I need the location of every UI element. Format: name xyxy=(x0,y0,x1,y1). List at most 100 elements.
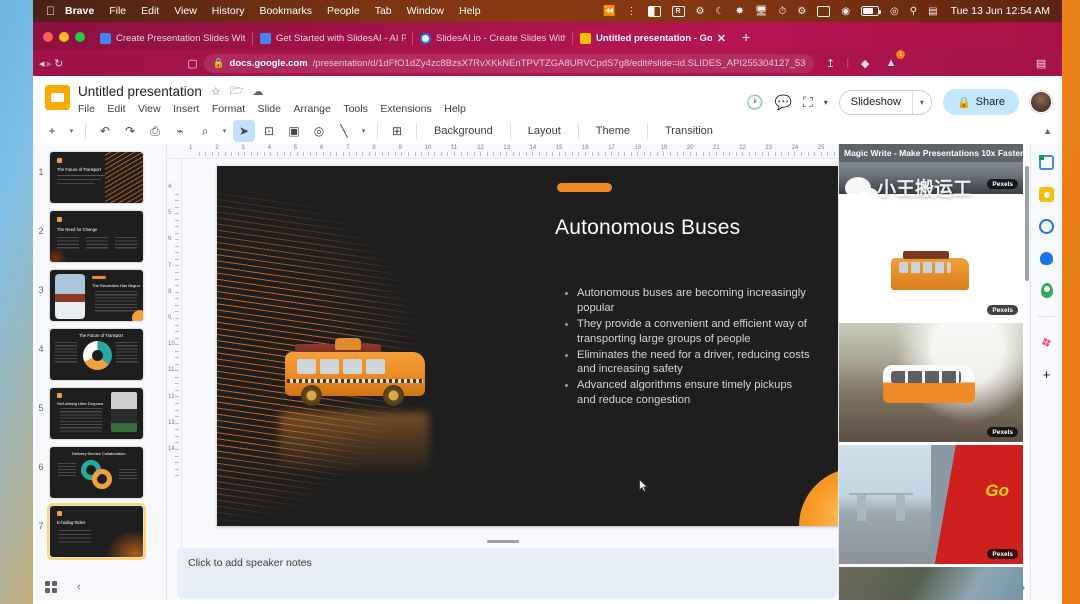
speaker-notes-input[interactable]: Click to add speaker notes xyxy=(177,548,837,598)
new-tab-button[interactable]: + xyxy=(733,29,759,50)
list-item[interactable]: 1 The Future of Transport xyxy=(33,148,166,207)
background-button[interactable]: Background xyxy=(425,125,502,137)
line-caret-icon[interactable]: ▾ xyxy=(358,127,369,135)
disc-icon[interactable]: ◉ xyxy=(841,6,850,17)
insert-image-button[interactable]: ▣ xyxy=(283,120,305,142)
add-addon-icon[interactable]: + xyxy=(1038,366,1055,383)
menu-tab[interactable]: Tab xyxy=(375,5,392,17)
text-box-button[interactable]: ⊡ xyxy=(258,120,280,142)
browser-tab[interactable]: Create Presentation Slides With AI xyxy=(93,27,253,50)
close-tab-icon[interactable]: ✕ xyxy=(717,32,726,45)
google-contacts-icon[interactable] xyxy=(1038,250,1055,267)
menu-window[interactable]: Window xyxy=(407,5,444,17)
chevron-left-icon[interactable]: ‹ xyxy=(77,581,81,593)
address-bar[interactable]: 🔒 docs.google.com /presentation/d/1dFfO1… xyxy=(203,53,815,73)
browser-tab-active[interactable]: Untitled presentation - Google ✕ xyxy=(573,27,733,50)
google-keep-icon[interactable] xyxy=(1038,186,1055,203)
new-slide-caret-icon[interactable]: ▾ xyxy=(66,127,77,135)
list-item[interactable]: 3 The Revolution Has Begun xyxy=(33,266,166,325)
keyboard-icon[interactable] xyxy=(817,5,831,17)
slide-thumbnail[interactable]: The Future of Transport xyxy=(49,151,144,204)
search-icon[interactable]: ⚲ xyxy=(910,6,917,17)
transition-button[interactable]: Transition xyxy=(656,125,722,137)
share-icon[interactable]: ↥ xyxy=(820,53,840,73)
panel-image[interactable]: Pexels xyxy=(839,323,1023,442)
slide-filmstrip[interactable]: 1 The Future of Transport 2 The Need for… xyxy=(33,144,167,600)
page-title[interactable]: Untitled presentation xyxy=(78,84,202,99)
panel-image[interactable]: Pexels xyxy=(839,445,1023,564)
panel-image[interactable] xyxy=(839,567,1023,600)
slides-menu-extensions[interactable]: Extensions xyxy=(380,103,431,115)
slide-bullet-list[interactable]: Autonomous buses are becoming increasing… xyxy=(555,286,813,409)
history-clock-icon[interactable]: 🕐 xyxy=(746,94,763,111)
window-traffic-lights[interactable] xyxy=(37,32,93,50)
brightness-icon[interactable]: ✸ xyxy=(735,6,743,17)
bluetooth-icon[interactable]: ⚙ xyxy=(797,6,806,17)
list-item[interactable]: 5 Self-driving Uber Dropoca xyxy=(33,384,166,443)
slide-thumbnail[interactable]: The Need for Change xyxy=(49,210,144,263)
reader-mode-icon[interactable]: ▢ xyxy=(187,53,197,73)
control-center-icon[interactable]: ▤ xyxy=(928,6,937,17)
slide-editor[interactable]: Autonomous Buses Autonomous buses are be… xyxy=(217,166,838,526)
select-tool-button[interactable]: ➤ xyxy=(233,120,255,142)
slide-thumbnail[interactable]: The Future of Transport xyxy=(49,328,144,381)
zoom-caret-icon[interactable]: ▾ xyxy=(219,127,230,135)
meet-caret-icon[interactable]: ▾ xyxy=(824,98,828,107)
share-button[interactable]: 🔒 Share xyxy=(942,89,1019,115)
panel-image[interactable]: Pexels xyxy=(839,197,1023,320)
menu-help[interactable]: Help xyxy=(459,5,481,17)
slideshow-caret-icon[interactable]: ▾ xyxy=(913,98,931,107)
forward-arrow-icon[interactable]: ▸ xyxy=(47,53,53,73)
reload-icon[interactable]: ↻ xyxy=(54,53,63,73)
menu-bookmarks[interactable]: Bookmarks xyxy=(259,5,312,17)
grid-view-icon[interactable] xyxy=(45,581,57,593)
sidebar-panel-icon[interactable]: ▤ xyxy=(1031,53,1051,73)
comment-icon[interactable]: 💬 xyxy=(775,94,792,111)
close-window-button[interactable] xyxy=(43,32,53,42)
slides-menu-slide[interactable]: Slide xyxy=(258,103,281,115)
cloud-saved-icon[interactable]: ☁ xyxy=(252,85,263,98)
move-to-folder-icon[interactable]: 🗁 xyxy=(230,82,244,101)
rewind-icon[interactable]: ⏪ xyxy=(603,6,615,17)
paint-format-button[interactable]: ⌁ xyxy=(169,120,191,142)
headphones-icon[interactable]: ⏱ xyxy=(779,6,787,17)
notes-resize-handle[interactable] xyxy=(167,536,838,548)
battery-icon[interactable] xyxy=(861,6,882,16)
slides-menu-edit[interactable]: Edit xyxy=(107,103,125,115)
google-maps-icon[interactable] xyxy=(1038,282,1055,299)
line-button[interactable]: ╲ xyxy=(333,120,355,142)
back-arrow-icon[interactable]: ◂ xyxy=(39,53,45,73)
google-tasks-icon[interactable] xyxy=(1038,218,1055,235)
shape-button[interactable]: ◎ xyxy=(308,120,330,142)
zoom-button[interactable]: ⌕ xyxy=(194,120,216,142)
undo-button[interactable]: ↶ xyxy=(94,120,116,142)
notification-icon[interactable]: ▲ 1 xyxy=(881,50,906,73)
menu-people[interactable]: People xyxy=(327,5,360,17)
addon-pink-icon[interactable]: ❖ xyxy=(1036,332,1058,354)
slide-thumbnail-active[interactable]: E-hailing Rides xyxy=(47,503,146,560)
slide-title[interactable]: Autonomous Buses xyxy=(555,216,835,240)
list-item[interactable]: 2 The Need for Change xyxy=(33,207,166,266)
list-item[interactable]: 6 Delivery Service Collaboration xyxy=(33,443,166,502)
list-item[interactable]: 7 E-hailing Rides xyxy=(33,502,166,561)
image-suggestion-panel[interactable]: Magic Write - Make Presentations 10x Fas… xyxy=(838,144,1030,600)
slides-menu-insert[interactable]: Insert xyxy=(173,103,199,115)
split-view-icon[interactable] xyxy=(647,5,661,17)
do-not-disturb-moon-icon[interactable]: ☾ xyxy=(715,6,724,17)
layout-button[interactable]: Layout xyxy=(519,125,570,137)
slides-menu-help[interactable]: Help xyxy=(444,103,466,115)
slides-menu-arrange[interactable]: Arrange xyxy=(293,103,330,115)
google-calendar-icon[interactable] xyxy=(1038,154,1055,171)
chevron-up-icon[interactable]: ▲ xyxy=(1043,126,1052,136)
slides-menu-view[interactable]: View xyxy=(138,103,161,115)
video-camera-icon[interactable]: ⛶ xyxy=(803,94,813,111)
menu-file[interactable]: File xyxy=(109,5,126,17)
slide-thumbnail[interactable]: Self-driving Uber Dropoca xyxy=(49,387,144,440)
add-comment-button[interactable]: ⊞ xyxy=(386,120,408,142)
star-icon[interactable]: ☆ xyxy=(211,85,221,98)
ad-banner[interactable]: Magic Write - Make Presentations 10x Fas… xyxy=(839,144,1030,162)
brave-wallet-icon[interactable]: ▣ xyxy=(1057,53,1063,73)
display-icon[interactable]: 🖥 xyxy=(755,6,768,17)
menu-edit[interactable]: Edit xyxy=(141,5,159,17)
wifi-icon[interactable]: ◎ xyxy=(890,6,899,17)
